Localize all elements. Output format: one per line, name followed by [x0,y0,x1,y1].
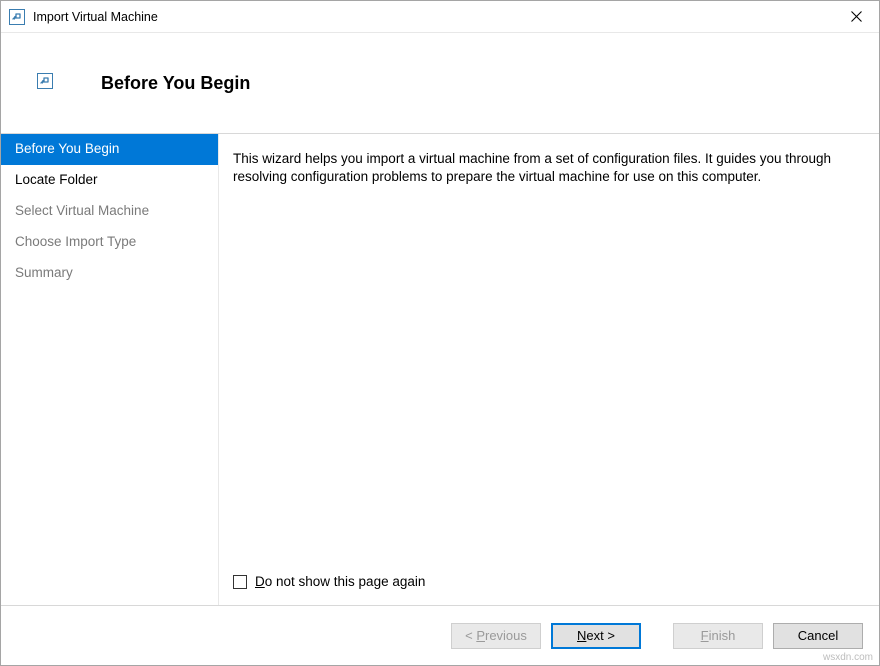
close-icon [851,11,862,22]
wizard-body: Before You Begin Locate Folder Select Vi… [1,133,879,605]
step-locate-folder[interactable]: Locate Folder [1,165,218,196]
step-select-virtual-machine: Select Virtual Machine [1,196,218,227]
next-button[interactable]: Next > [551,623,641,649]
step-before-you-begin[interactable]: Before You Begin [1,134,218,165]
cancel-button[interactable]: Cancel [773,623,863,649]
do-not-show-again-label: Do not show this page again [255,574,425,589]
do-not-show-again-row[interactable]: Do not show this page again [233,574,857,589]
window-title: Import Virtual Machine [33,10,158,24]
import-vm-icon [37,73,53,89]
wizard-window: Import Virtual Machine Before You Begin … [0,0,880,666]
import-vm-icon [9,9,25,25]
wizard-description: This wizard helps you import a virtual m… [233,150,857,186]
titlebar: Import Virtual Machine [1,1,879,33]
page-title: Before You Begin [101,73,250,94]
previous-button: < Previous [451,623,541,649]
wizard-steps-sidebar: Before You Begin Locate Folder Select Vi… [1,134,219,605]
wizard-content: This wizard helps you import a virtual m… [219,134,879,605]
step-summary: Summary [1,258,218,289]
wizard-footer: < Previous Next > Finish Cancel [1,605,879,665]
do-not-show-again-checkbox[interactable] [233,575,247,589]
wizard-header: Before You Begin [1,33,879,133]
finish-button: Finish [673,623,763,649]
close-button[interactable] [833,2,879,32]
step-choose-import-type: Choose Import Type [1,227,218,258]
